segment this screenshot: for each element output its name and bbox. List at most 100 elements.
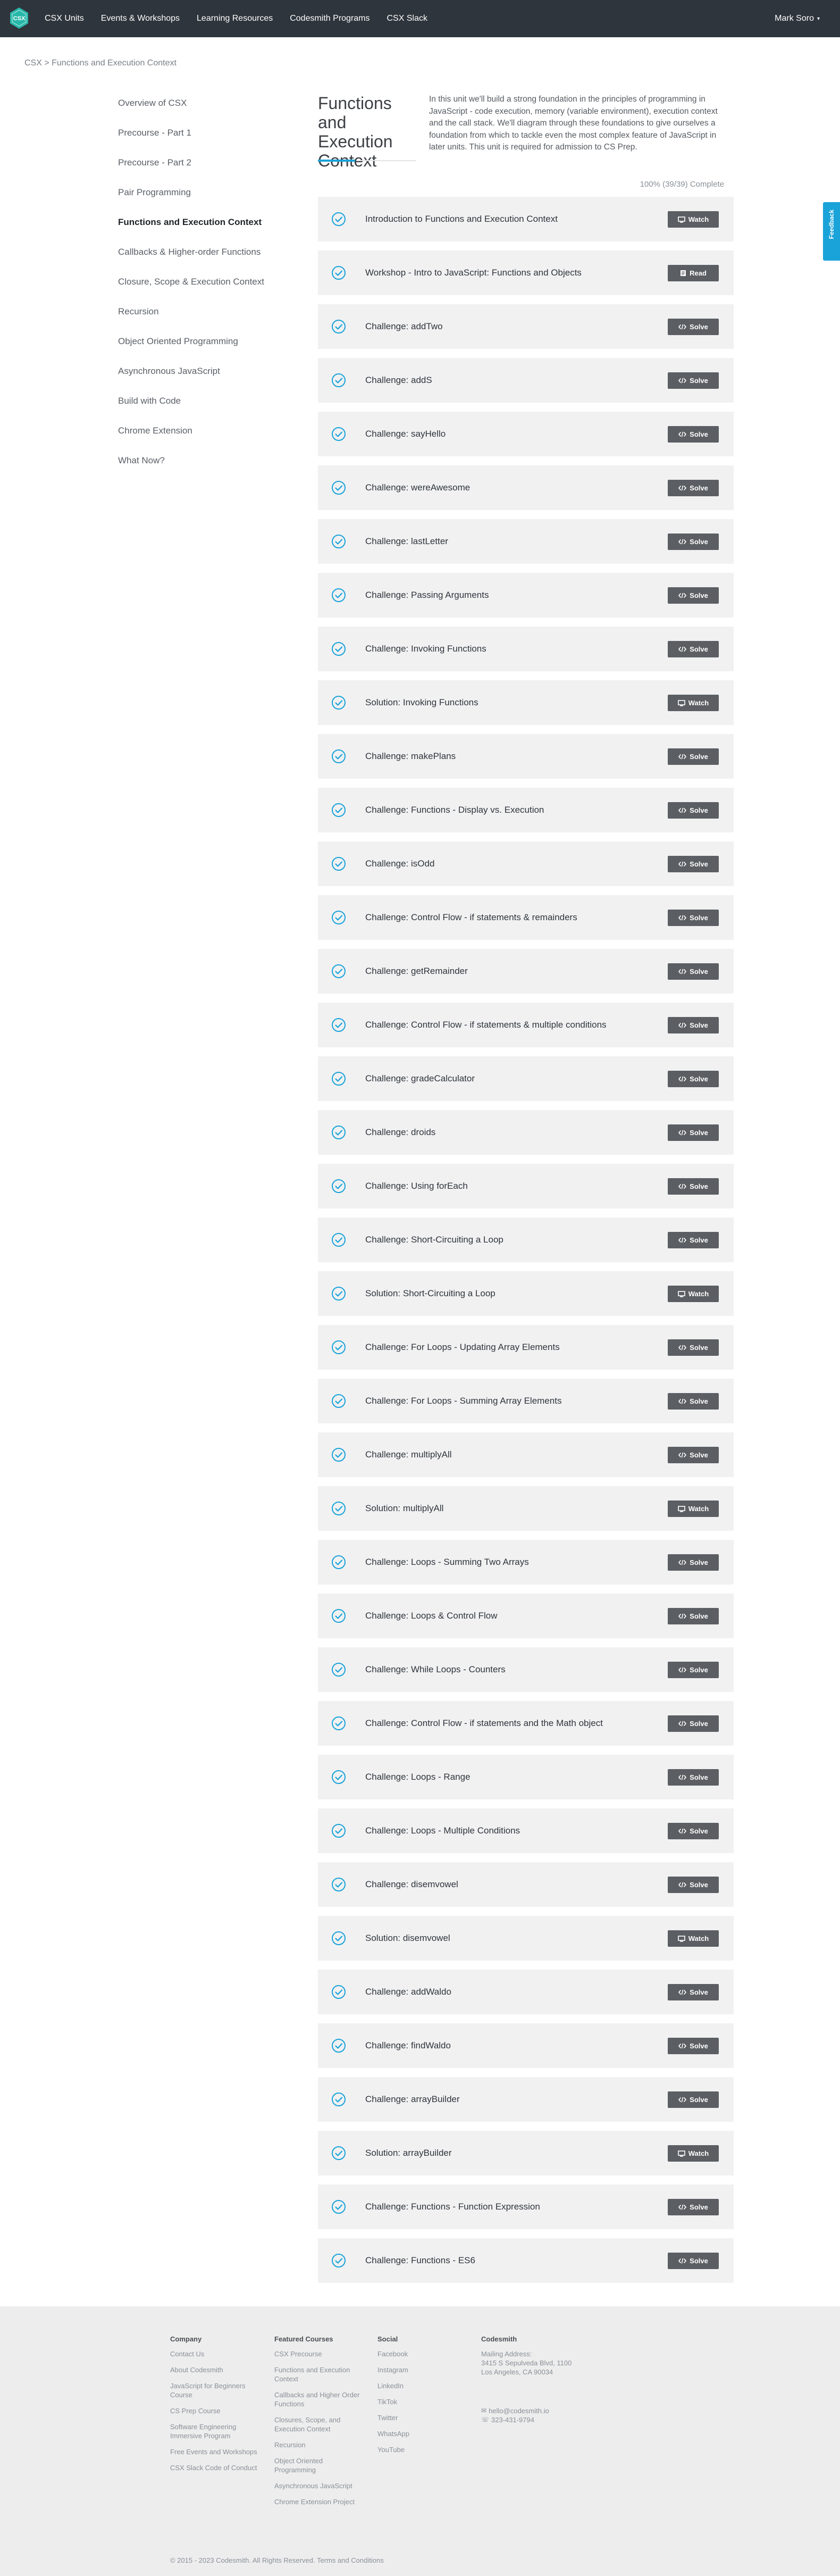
list-item[interactable]: Challenge: Functions - Function Expressi… (318, 2185, 734, 2229)
item-title[interactable]: Challenge: findWaldo (365, 2023, 451, 2068)
user-menu[interactable]: Mark Soro ▾ (775, 0, 820, 37)
solve-button[interactable]: Solve (668, 372, 719, 389)
footer-link-instagram[interactable]: Instagram (377, 2365, 468, 2374)
item-title[interactable]: Solution: disemvowel (365, 1916, 450, 1961)
solve-button[interactable]: Solve (668, 1447, 719, 1463)
list-item[interactable]: Workshop - Intro to JavaScript: Function… (318, 251, 734, 295)
item-title[interactable]: Challenge: sayHello (365, 412, 446, 456)
item-title[interactable]: Challenge: multiplyAll (365, 1432, 452, 1477)
sidebar-item-recursion[interactable]: Recursion (118, 297, 299, 327)
list-item[interactable]: Challenge: arrayBuilder Solve (318, 2077, 734, 2122)
sidebar-item-asynchronous-javascript[interactable]: Asynchronous JavaScript (118, 356, 299, 386)
footer-link-linkedin[interactable]: LinkedIn (377, 2381, 468, 2390)
item-title[interactable]: Challenge: Control Flow - if statements … (365, 1003, 607, 1047)
solve-button[interactable]: Solve (668, 1071, 719, 1087)
solve-button[interactable]: Solve (668, 587, 719, 604)
item-title[interactable]: Solution: multiplyAll (365, 1486, 443, 1531)
item-title[interactable]: Challenge: Functions - Display vs. Execu… (365, 788, 544, 832)
watch-button[interactable]: Watch (668, 2145, 719, 2162)
solve-button[interactable]: Solve (668, 426, 719, 443)
sidebar-item-chrome-extension[interactable]: Chrome Extension (118, 416, 299, 446)
nav-link-events-workshops[interactable]: Events & Workshops (101, 14, 180, 23)
list-item[interactable]: Challenge: addS Solve (318, 358, 734, 403)
list-item[interactable]: Challenge: Passing Arguments Solve (318, 573, 734, 618)
item-title[interactable]: Challenge: addTwo (365, 304, 443, 349)
item-title[interactable]: Introduction to Functions and Execution … (365, 197, 558, 241)
solve-button[interactable]: Solve (668, 641, 719, 657)
list-item[interactable]: Challenge: isOdd Solve (318, 841, 734, 886)
footer-link-twitter[interactable]: Twitter (377, 2413, 468, 2422)
item-title[interactable]: Challenge: addWaldo (365, 1970, 451, 2014)
watch-button[interactable]: Watch (668, 695, 719, 711)
list-item[interactable]: Challenge: addTwo Solve (318, 304, 734, 349)
sidebar-item-precourse-part-2[interactable]: Precourse - Part 2 (118, 148, 299, 178)
list-item[interactable]: Challenge: Using forEach Solve (318, 1164, 734, 1208)
list-item[interactable]: Solution: multiplyAll Watch (318, 1486, 734, 1531)
item-title[interactable]: Challenge: Using forEach (365, 1164, 468, 1208)
item-title[interactable]: Solution: Invoking Functions (365, 680, 478, 725)
solve-button[interactable]: Solve (668, 910, 719, 926)
nav-link-csx-slack[interactable]: CSX Slack (387, 14, 427, 23)
list-item[interactable]: Challenge: addWaldo Solve (318, 1970, 734, 2014)
item-title[interactable]: Challenge: wereAwesome (365, 465, 470, 510)
sidebar-item-closure-scope-execution-context[interactable]: Closure, Scope & Execution Context (118, 267, 299, 297)
list-item[interactable]: Challenge: For Loops - Updating Array El… (318, 1325, 734, 1370)
footer-link-csx-slack-code-of-conduct[interactable]: CSX Slack Code of Conduct (170, 2463, 261, 2472)
list-item[interactable]: Challenge: For Loops - Summing Array Ele… (318, 1379, 734, 1423)
item-title[interactable]: Challenge: getRemainder (365, 949, 468, 994)
solve-button[interactable]: Solve (668, 2038, 719, 2054)
solve-button[interactable]: Solve (668, 1769, 719, 1786)
item-title[interactable]: Solution: Short-Circuiting a Loop (365, 1271, 495, 1316)
watch-button[interactable]: Watch (668, 211, 719, 228)
breadcrumb[interactable]: CSX > Functions and Execution Context (24, 59, 177, 68)
list-item[interactable]: Challenge: disemvowel Solve (318, 1862, 734, 1907)
solve-button[interactable]: Solve (668, 856, 719, 872)
solve-button[interactable]: Solve (668, 1715, 719, 1732)
list-item[interactable]: Challenge: multiplyAll Solve (318, 1432, 734, 1477)
item-title[interactable]: Challenge: Invoking Functions (365, 627, 486, 671)
solve-button[interactable]: Solve (668, 1984, 719, 2000)
watch-button[interactable]: Watch (668, 1500, 719, 1517)
item-title[interactable]: Challenge: gradeCalculator (365, 1056, 475, 1101)
list-item[interactable]: Challenge: Loops & Control Flow Solve (318, 1594, 734, 1638)
solve-button[interactable]: Solve (668, 2253, 719, 2269)
footer-link-youtube[interactable]: YouTube (377, 2445, 468, 2454)
solve-button[interactable]: Solve (668, 1017, 719, 1033)
item-title[interactable]: Challenge: While Loops - Counters (365, 1647, 506, 1692)
nav-link-csx-units[interactable]: CSX Units (45, 14, 84, 23)
solve-button[interactable]: Solve (668, 1554, 719, 1571)
list-item[interactable]: Challenge: Loops - Multiple Conditions So… (318, 1808, 734, 1853)
item-title[interactable]: Challenge: Short-Circuiting a Loop (365, 1218, 503, 1262)
item-title[interactable]: Challenge: addS (365, 358, 432, 403)
footer-link-asynchronous-javascript[interactable]: Asynchronous JavaScript (274, 2481, 365, 2490)
list-item[interactable]: Challenge: wereAwesome Solve (318, 465, 734, 510)
list-item[interactable]: Challenge: Control Flow - if statements … (318, 1003, 734, 1047)
sidebar-item-what-now[interactable]: What Now? (118, 446, 299, 476)
footer-link-closures-scope-and-execution-context[interactable]: Closures, Scope, and Execution Context (274, 2415, 365, 2433)
footer-link-tiktok[interactable]: TikTok (377, 2397, 468, 2406)
list-item[interactable]: Challenge: Loops - Range Solve (318, 1755, 734, 1799)
item-title[interactable]: Challenge: lastLetter (365, 519, 448, 564)
sidebar-item-functions-and-execution-context[interactable]: Functions and Execution Context (118, 207, 299, 237)
nav-link-learning-resources[interactable]: Learning Resources (197, 14, 273, 23)
list-item[interactable]: Challenge: makePlans Solve (318, 734, 734, 779)
item-title[interactable]: Challenge: disemvowel (365, 1862, 458, 1907)
footer-link-software-engineering-immersive-program[interactable]: Software Engineering Immersive Program (170, 2422, 261, 2440)
item-title[interactable]: Challenge: For Loops - Summing Array Ele… (365, 1379, 561, 1423)
solve-button[interactable]: Solve (668, 1662, 719, 1678)
footer-link-cs-prep-course[interactable]: CS Prep Course (170, 2406, 261, 2415)
sidebar-item-overview-of-csx[interactable]: Overview of CSX (118, 88, 299, 118)
item-title[interactable]: Challenge: Loops - Multiple Conditions (365, 1808, 520, 1853)
list-item[interactable]: Challenge: Loops - Summing Two Arrays Sol… (318, 1540, 734, 1585)
list-item[interactable]: Challenge: Functions - Display vs. Execu… (318, 788, 734, 832)
solve-button[interactable]: Solve (668, 319, 719, 335)
solve-button[interactable]: Solve (668, 1124, 719, 1141)
sidebar-item-build-with-code[interactable]: Build with Code (118, 386, 299, 416)
footer-link-object-oriented-programming[interactable]: Object Oriented Programming (274, 2456, 365, 2474)
list-item[interactable]: Challenge: Functions - ES6 Solve (318, 2238, 734, 2283)
footer-link-whatsapp[interactable]: WhatsApp (377, 2429, 468, 2438)
footer-link-facebook[interactable]: Facebook (377, 2349, 468, 2358)
footer-link-csx-precourse[interactable]: CSX Precourse (274, 2349, 365, 2358)
watch-button[interactable]: Watch (668, 1286, 719, 1302)
footer-link-contact-us[interactable]: Contact Us (170, 2349, 261, 2358)
